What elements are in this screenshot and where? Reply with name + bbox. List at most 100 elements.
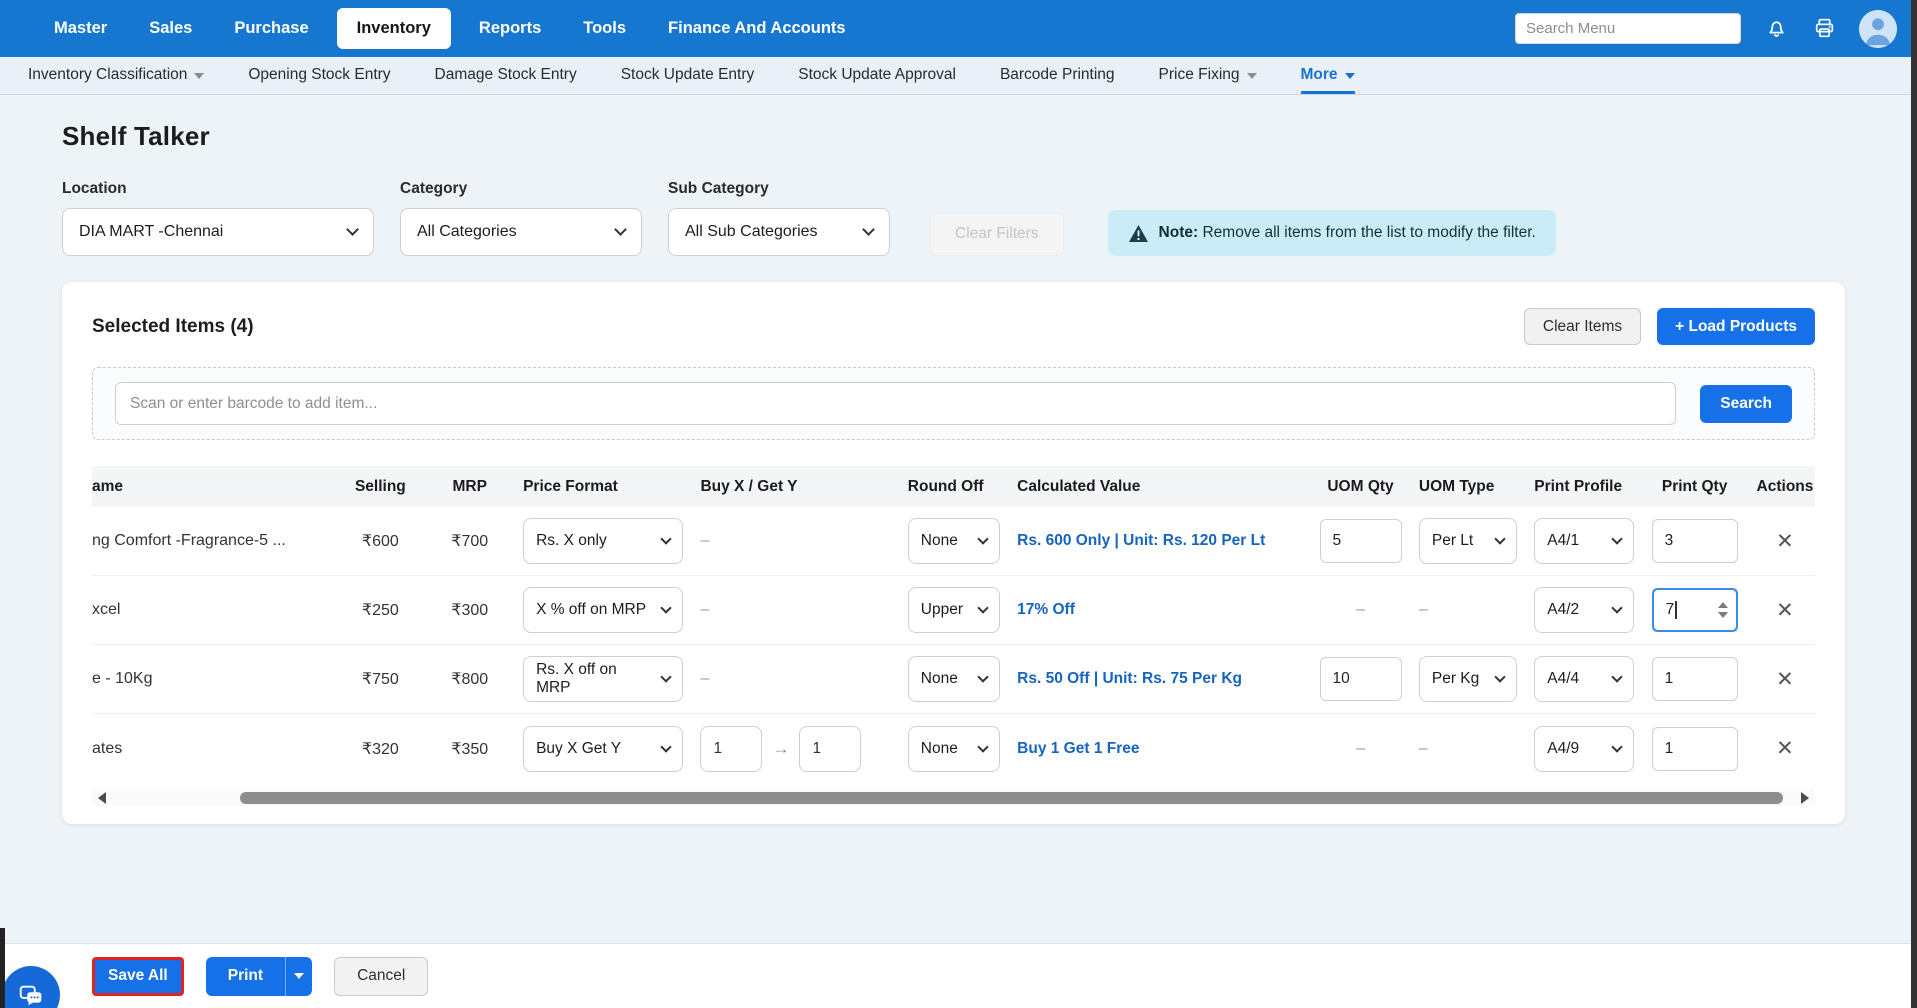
item-name-cell: e - 10Kg xyxy=(92,670,327,688)
print-button[interactable]: Print xyxy=(205,956,287,996)
get-y-input[interactable]: 1 xyxy=(799,725,862,772)
remove-item-button[interactable]: ✕ xyxy=(1776,669,1794,690)
calculated-value-link[interactable]: Rs. 50 Off | Unit: Rs. 75 Per Kg xyxy=(1017,670,1242,688)
sub-category-select[interactable]: All Sub Categories xyxy=(668,208,890,256)
topnav-item-tools[interactable]: Tools xyxy=(569,9,640,48)
clear-filters-button[interactable]: Clear Filters xyxy=(930,212,1064,256)
uom-type-select-value: Per Kg xyxy=(1431,670,1480,687)
buy-x-get-y-cell: – xyxy=(700,532,890,550)
number-spinner[interactable] xyxy=(1717,590,1728,630)
subnav-item-stock-update-entry[interactable]: Stock Update Entry xyxy=(621,57,755,94)
subnav-item-label: Opening Stock Entry xyxy=(248,66,391,83)
save-all-button[interactable]: Save All xyxy=(92,956,184,996)
spinner-down-icon[interactable] xyxy=(1717,612,1728,618)
uom-qty-input[interactable]: 5 xyxy=(1319,519,1402,563)
empty-value: – xyxy=(700,670,710,687)
remove-item-button[interactable]: ✕ xyxy=(1776,600,1794,621)
price-format-select[interactable]: Buy X Get Y xyxy=(523,725,684,772)
calculated-value-link[interactable]: Buy 1 Get 1 Free xyxy=(1017,740,1139,758)
topnav-item-master[interactable]: Master xyxy=(40,9,121,48)
items-table: ame Selling MRP Price Format Buy X / Get Y Ro… xyxy=(92,466,1815,806)
round-off-cell: None xyxy=(907,725,1000,772)
print-profile-select[interactable]: A4/2 xyxy=(1534,587,1635,633)
column-header-uom-qty: UOM Qty xyxy=(1327,477,1394,495)
uom-type-select[interactable]: Per Kg xyxy=(1418,656,1517,702)
topnav-item-inventory[interactable]: Inventory xyxy=(336,8,451,49)
subnav-item-damage-stock-entry[interactable]: Damage Stock Entry xyxy=(435,57,577,94)
calculated-value-link[interactable]: Rs. 600 Only | Unit: Rs. 120 Per Lt xyxy=(1017,532,1265,550)
spinner-up-icon[interactable] xyxy=(1717,602,1728,608)
print-qty-input[interactable]: 1 xyxy=(1651,726,1738,771)
horizontal-scrollbar[interactable] xyxy=(92,789,1815,806)
remove-item-button[interactable]: ✕ xyxy=(1776,738,1794,759)
topnav-item-purchase[interactable]: Purchase xyxy=(220,9,322,48)
print-profile-select[interactable]: A4/1 xyxy=(1534,518,1635,564)
subnav-item-barcode-printing[interactable]: Barcode Printing xyxy=(1000,57,1115,94)
location-select[interactable]: DIA MART -Chennai xyxy=(62,208,374,256)
topnav-item-sales[interactable]: Sales xyxy=(135,9,206,48)
chevron-down-icon xyxy=(1494,533,1506,545)
buy-x-get-y-cell: – xyxy=(700,670,890,688)
round-off-select[interactable]: None xyxy=(907,656,1000,702)
panel-header: Selected Items (4) Clear Items + Load Pr… xyxy=(92,308,1815,345)
table-header-row: ame Selling MRP Price Format Buy X / Get Y Ro… xyxy=(92,466,1815,507)
calculated-value-link[interactable]: 17% Off xyxy=(1017,601,1075,619)
subnav-item-more[interactable]: More xyxy=(1300,57,1355,94)
subnav-item-stock-update-approval[interactable]: Stock Update Approval xyxy=(798,57,956,94)
topnav-item-finance-and-accounts[interactable]: Finance And Accounts xyxy=(654,9,860,48)
subnav-item-label: Inventory Classification xyxy=(28,66,188,83)
print-profile-select[interactable]: A4/9 xyxy=(1534,725,1635,772)
print-profile-select[interactable]: A4/4 xyxy=(1534,656,1635,702)
print-qty-input[interactable]: 3 xyxy=(1651,519,1738,563)
price-format-select[interactable]: Rs. X off on MRP xyxy=(523,656,684,702)
uom-qty-input[interactable]: 10 xyxy=(1319,657,1402,701)
round-off-select[interactable]: None xyxy=(907,725,1000,772)
selected-items-panel: Selected Items (4) Clear Items + Load Pr… xyxy=(62,282,1845,824)
print-split-button[interactable]: Print xyxy=(205,956,313,996)
subnav-item-price-fixing[interactable]: Price Fixing xyxy=(1159,57,1257,94)
uom-type-select[interactable]: Per Lt xyxy=(1418,518,1517,564)
round-off-select[interactable]: Upper xyxy=(907,587,1000,633)
location-value: DIA MART -Chennai xyxy=(79,223,224,240)
load-products-button[interactable]: + Load Products xyxy=(1657,308,1815,345)
notifications-bell-icon[interactable] xyxy=(1763,16,1789,42)
search-menu-input[interactable] xyxy=(1515,13,1741,44)
subnav-item-opening-stock-entry[interactable]: Opening Stock Entry xyxy=(248,57,390,94)
buy-x-input[interactable]: 1 xyxy=(700,725,763,772)
uom-qty-input-value: 10 xyxy=(1332,670,1350,687)
print-qty-input[interactable]: 1 xyxy=(1651,657,1738,701)
scrollbar-thumb[interactable] xyxy=(240,791,1783,804)
topnav-item-reports[interactable]: Reports xyxy=(465,9,555,48)
print-qty-input-value: 7 xyxy=(1665,601,1675,618)
uom-type-select-value: Per Lt xyxy=(1431,532,1474,549)
round-off-cell: None xyxy=(907,518,1000,564)
scroll-left-arrow-icon[interactable] xyxy=(98,791,106,804)
chevron-down-icon xyxy=(660,602,672,614)
cancel-button[interactable]: Cancel xyxy=(334,956,429,996)
clear-items-button[interactable]: Clear Items xyxy=(1523,308,1642,345)
uom-type-cell: – xyxy=(1419,601,1517,619)
scroll-right-arrow-icon[interactable] xyxy=(1801,791,1809,804)
print-profile-cell: A4/2 xyxy=(1534,587,1635,633)
price-format-select[interactable]: Rs. X only xyxy=(523,518,684,564)
user-avatar[interactable] xyxy=(1859,9,1897,48)
item-name-cell: ng Comfort -Fragrance-5 ... xyxy=(92,532,327,550)
subnav-item-inventory-classification[interactable]: Inventory Classification xyxy=(28,57,205,94)
price-format-select[interactable]: X % off on MRP xyxy=(523,587,684,633)
round-off-cell: Upper xyxy=(907,587,1000,633)
calculated-value-cell: 17% Off xyxy=(1017,601,1302,619)
chevron-down-icon xyxy=(1494,671,1506,683)
barcode-input[interactable] xyxy=(115,382,1677,425)
print-icon[interactable] xyxy=(1811,16,1837,42)
subnav-item-label: Barcode Printing xyxy=(999,66,1115,83)
remove-item-button[interactable]: ✕ xyxy=(1776,531,1794,552)
caret-down-icon xyxy=(1344,73,1355,79)
search-button[interactable]: Search xyxy=(1700,384,1792,423)
print-dropdown-toggle[interactable] xyxy=(286,956,313,996)
category-select[interactable]: All Categories xyxy=(400,208,642,256)
print-qty-input[interactable]: 7 xyxy=(1651,588,1738,632)
buy-x-get-y-cell: 1 → 1 xyxy=(700,725,890,772)
calculated-value-cell: Rs. 50 Off | Unit: Rs. 75 Per Kg xyxy=(1017,670,1302,688)
chevron-down-icon xyxy=(977,533,989,545)
round-off-select[interactable]: None xyxy=(907,518,1000,564)
